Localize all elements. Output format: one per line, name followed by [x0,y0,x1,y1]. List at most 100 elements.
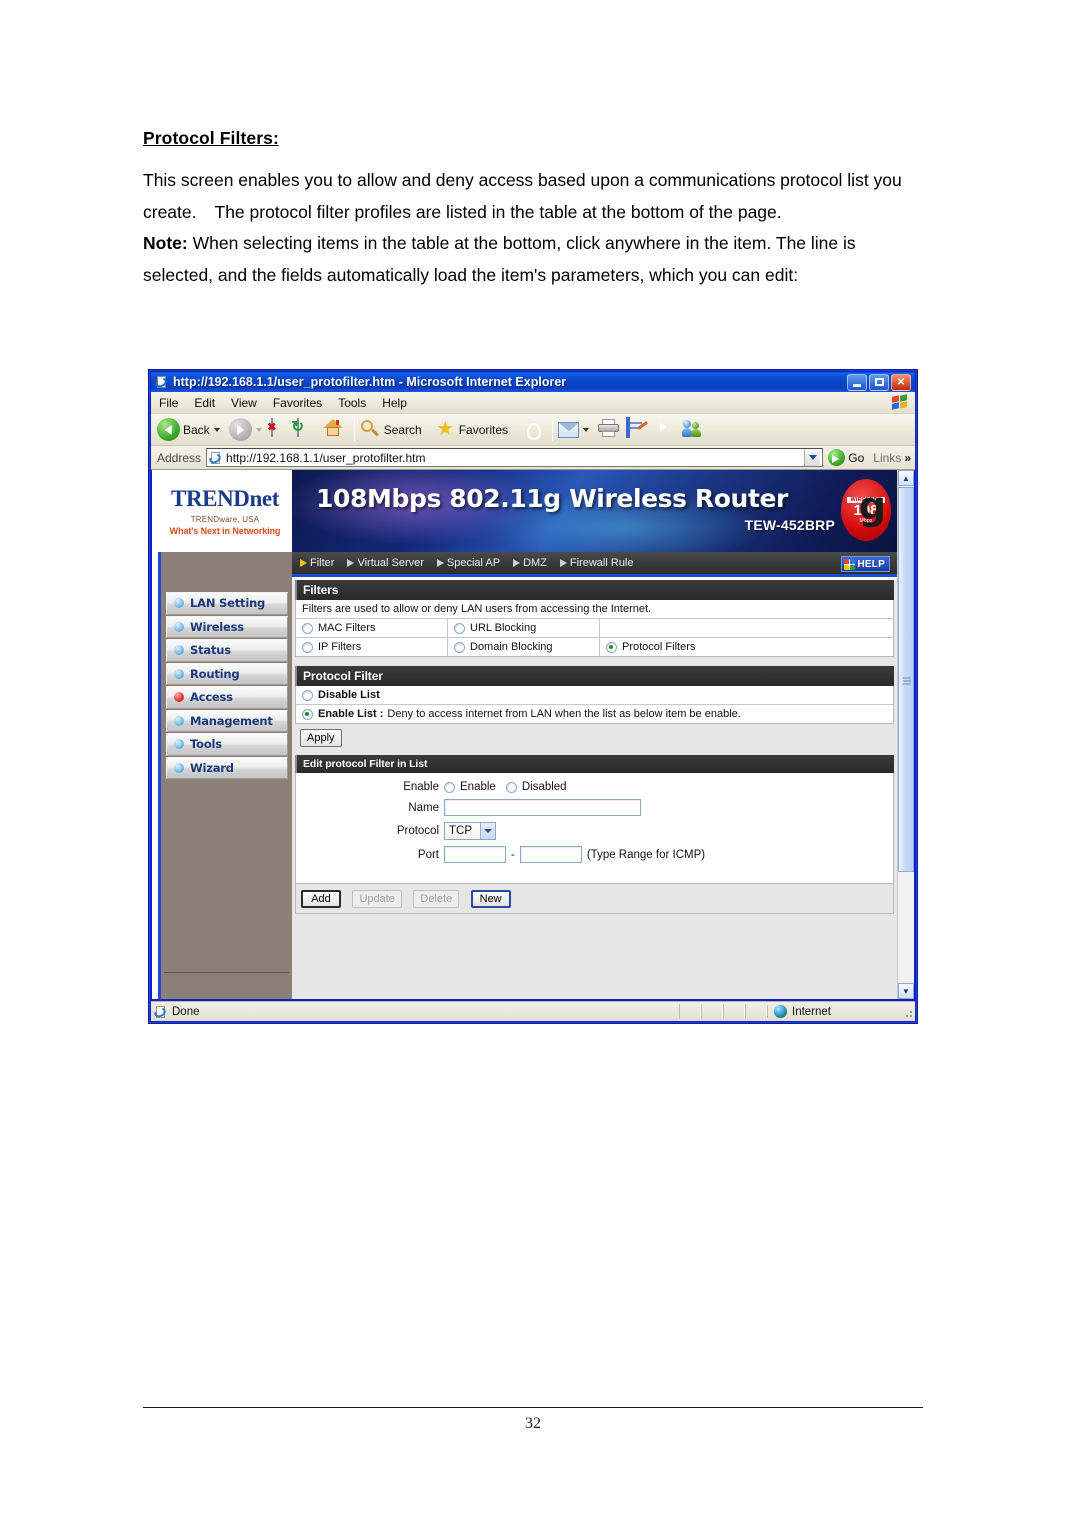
nav-item-special-ap[interactable]: Special AP [436,557,500,569]
mail-button[interactable] [558,421,593,438]
port-from-input[interactable] [444,846,506,863]
mail-dropdown-caret-icon[interactable] [583,427,590,432]
option-enable[interactable]: Enable [444,781,496,793]
option-disabled[interactable]: Disabled [505,781,567,793]
search-button[interactable]: Search [360,419,422,440]
sidebar-item-wireless[interactable]: Wireless [166,615,288,638]
menu-item-edit[interactable]: Edit [194,396,215,410]
address-dropdown-button[interactable] [804,449,821,466]
radio-ip-filters[interactable] [302,641,313,653]
discuss-button[interactable] [654,419,678,441]
favorites-button[interactable]: ★ Favorites [435,419,508,440]
address-input[interactable]: http://192.168.1.1/user_protofilter.htm [206,448,824,467]
address-bar: Address http://192.168.1.1/user_protofil… [151,446,915,470]
print-button[interactable] [598,418,622,441]
forward-dropdown-caret-icon[interactable] [255,427,262,432]
filters-panel: Filters Filters are used to allow or den… [295,580,894,657]
option-url-blocking[interactable]: URL Blocking [448,619,600,637]
protocol-select[interactable]: TCP [444,822,496,840]
sidebar-divider [164,972,289,973]
name-input[interactable] [444,799,641,816]
protocol-filter-body: Disable List Enable List : Deny to acces… [295,686,894,724]
router-admin-page: TRENDnet TRENDware, USA What's Next in N… [152,470,897,999]
resize-grip-icon[interactable] [902,1007,912,1017]
menu-item-help[interactable]: Help [382,396,407,410]
nav-label-filter: Filter [310,557,335,569]
browser-status-bar: Done Internet [151,1001,915,1021]
port-to-input[interactable] [519,846,582,863]
radio-protocol-filters[interactable] [606,641,617,653]
option-ip-filters[interactable]: IP Filters [296,638,448,656]
messenger-button[interactable] [682,419,708,441]
scroll-up-button[interactable]: ▲ [898,470,914,486]
refresh-button[interactable] [296,417,319,441]
history-button[interactable] [521,419,543,441]
page-title: Protocol Filters: [143,128,279,148]
nav-item-dmz[interactable]: DMZ [513,557,547,569]
radio-disable-list[interactable] [302,689,313,701]
close-button[interactable]: ✕ [891,373,911,391]
label-url-blocking: URL Blocking [470,622,537,634]
update-button: Update [352,890,402,908]
back-button[interactable]: Back [157,418,224,441]
sidebar-item-status[interactable]: Status [166,639,288,662]
option-mac-filters[interactable]: MAC Filters [296,619,448,637]
links-label[interactable]: Links [873,451,901,465]
vertical-scrollbar[interactable]: ▲ ▼ [897,470,914,999]
sidebar-item-lan-setting[interactable]: LAN Setting [166,592,288,615]
back-dropdown-caret-icon[interactable] [213,427,220,432]
radio-url-blocking[interactable] [454,622,465,634]
sidebar-item-management[interactable]: Management [166,709,288,732]
sidebar-label-management: Management [190,713,273,728]
radio-domain-blocking[interactable] [454,641,465,653]
security-zone[interactable]: Internet [767,1005,902,1018]
nav-item-filter[interactable]: Filter [300,557,334,569]
brand-tagline: What's Next in Networking [169,526,281,536]
radio-mac-filters[interactable] [302,622,313,634]
help-button[interactable]: HELP [840,556,890,572]
globe-icon [774,1005,787,1018]
toolbar-overflow-chevron-icon[interactable]: » [904,451,911,465]
bullet-icon [174,762,184,773]
search-icon [360,419,381,440]
menu-item-file[interactable]: File [159,396,178,410]
sidebar-item-wizard[interactable]: Wizard [166,756,288,779]
nav-label-firewall-rule: Firewall Rule [569,557,634,569]
protocol-filter-disable-row[interactable]: Disable List [296,686,893,705]
sidebar-item-routing[interactable]: Routing [166,662,288,685]
option-protocol-filters[interactable]: Protocol Filters [600,638,893,656]
status-text: Done [172,1005,200,1018]
option-domain-blocking[interactable]: Domain Blocking [448,638,600,656]
scroll-down-button[interactable]: ▼ [898,983,914,999]
nav-item-firewall-rule[interactable]: Firewall Rule [559,557,634,569]
nav-item-virtual-server[interactable]: Virtual Server [347,557,424,569]
protocol-filter-enable-row[interactable]: Enable List : Deny to access internet fr… [296,705,893,723]
sidebar-label-wizard: Wizard [190,760,234,775]
home-button[interactable] [322,418,345,441]
minimize-button[interactable] [847,373,867,391]
add-button[interactable]: Add [301,890,341,908]
chevron-down-icon[interactable] [480,823,495,839]
new-button[interactable]: New [470,890,511,908]
bullet-icon [174,715,184,726]
go-button[interactable]: Go [828,449,864,466]
status-page-icon [152,1005,168,1019]
sidebar-item-tools[interactable]: Tools [166,733,288,756]
scrollbar-thumb[interactable] [898,487,914,872]
stop-button[interactable] [270,417,293,441]
label-domain-blocking: Domain Blocking [470,641,553,653]
back-arrow-icon [157,418,180,441]
radio-enable-list[interactable] [302,708,313,720]
forward-button[interactable] [228,418,266,441]
radio-enable[interactable] [444,781,455,793]
edit-button[interactable] [626,416,650,441]
protocol-filter-actions: Apply [295,724,894,752]
menu-item-tools[interactable]: Tools [338,396,366,410]
sidebar-item-access[interactable]: Access [166,686,288,709]
apply-button[interactable]: Apply [300,729,342,747]
radio-disabled[interactable] [505,781,517,793]
menu-item-view[interactable]: View [231,396,257,410]
maximize-button[interactable] [869,373,889,391]
note-paragraph: Note: When selecting items in the table … [143,228,923,291]
menu-item-favorites[interactable]: Favorites [273,396,322,410]
